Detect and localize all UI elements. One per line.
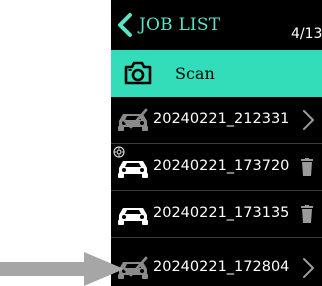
scan-label: Scan xyxy=(175,64,215,83)
job-row[interactable]: 20240221_172804 xyxy=(111,245,322,286)
trash-icon[interactable] xyxy=(301,158,313,176)
chevron-right-icon[interactable] xyxy=(301,109,315,131)
job-row[interactable]: 20240221_173135 xyxy=(111,191,322,237)
chevron-left-icon[interactable] xyxy=(115,12,135,38)
car-icon xyxy=(118,161,148,178)
job-label: 20240221_173720 xyxy=(153,158,290,174)
phone-screen: JOB LIST 4/13 Scan 20240221_212331 20240… xyxy=(111,0,322,286)
scan-button[interactable]: Scan xyxy=(111,50,322,97)
page-title: JOB LIST xyxy=(139,15,221,35)
car-icon xyxy=(118,208,148,225)
job-label: 20240221_173135 xyxy=(153,205,290,221)
chevron-right-icon[interactable] xyxy=(301,257,315,279)
arrow-right-icon xyxy=(0,252,124,286)
job-row[interactable]: 20240221_212331 xyxy=(111,97,322,143)
camera-icon xyxy=(124,61,152,85)
header: JOB LIST 4/13 xyxy=(111,0,322,50)
job-label: 20240221_212331 xyxy=(153,111,290,127)
job-counter: 4/13 xyxy=(291,26,322,42)
divider xyxy=(111,237,322,238)
job-label: 20240221_172804 xyxy=(153,259,290,275)
car-checked-icon xyxy=(118,108,148,131)
trash-icon[interactable] xyxy=(301,205,313,223)
job-row[interactable]: 20240221_173720 xyxy=(111,144,322,190)
